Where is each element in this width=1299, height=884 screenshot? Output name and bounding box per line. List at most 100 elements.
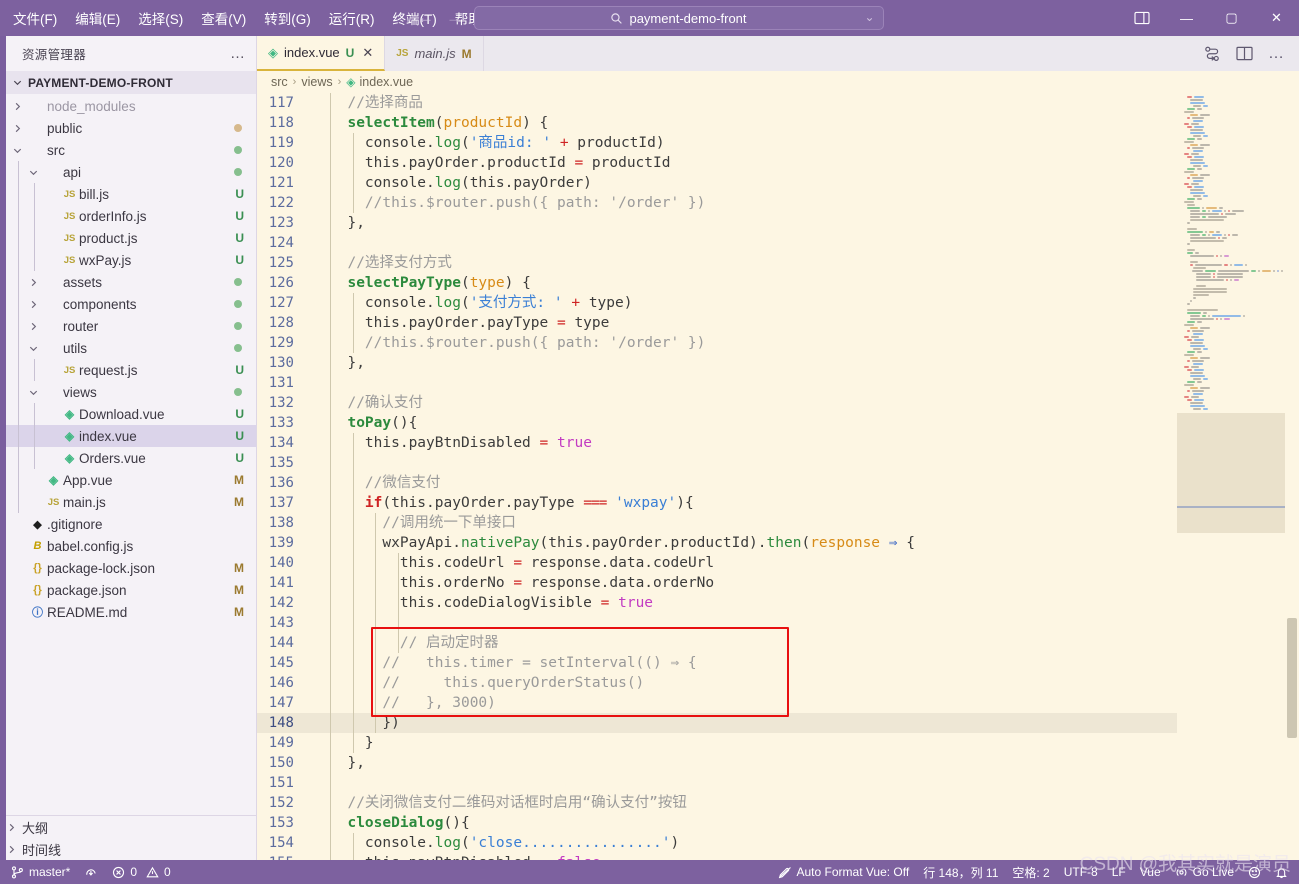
scrollbar-thumb[interactable] [1287, 618, 1297, 738]
tree-item-public[interactable]: public [6, 117, 256, 139]
tree-item-index.vue[interactable]: ◈index.vueU [6, 425, 256, 447]
menu-item-3[interactable]: 查看(V) [192, 5, 255, 31]
menu-item-5[interactable]: 运行(R) [320, 5, 384, 31]
chevron-right-icon[interactable] [12, 101, 28, 112]
menu-item-4[interactable]: 转到(G) [255, 5, 320, 31]
code-line-143[interactable]: 143 [257, 613, 1177, 633]
explorer-more-icon[interactable]: … [230, 45, 246, 62]
code-line-124[interactable]: 124 [257, 233, 1177, 253]
chevron-down-icon[interactable] [28, 167, 44, 178]
code-line-153[interactable]: 153 closeDialog(){ [257, 813, 1177, 833]
tree-item-components[interactable]: components [6, 293, 256, 315]
tree-item-Orders.vue[interactable]: ◈Orders.vueU [6, 447, 256, 469]
code-line-139[interactable]: 139 wxPayApi.nativePay(this.payOrder.pro… [257, 533, 1177, 553]
menu-item-2[interactable]: 选择(S) [129, 5, 192, 31]
tree-item-node_modules[interactable]: node_modules [6, 95, 256, 117]
code-line-154[interactable]: 154 console.log('close................') [257, 833, 1177, 853]
code-line-137[interactable]: 137 if(this.payOrder.payType === 'wxpay'… [257, 493, 1177, 513]
tree-item-package.json[interactable]: {}package.jsonM [6, 579, 256, 601]
code-line-120[interactable]: 120 this.payOrder.productId = productId [257, 153, 1177, 173]
code-editor[interactable]: 117 //选择商品118 selectItem(productId) {119… [257, 93, 1299, 860]
code-line-123[interactable]: 123 }, [257, 213, 1177, 233]
code-line-150[interactable]: 150 }, [257, 753, 1177, 773]
tree-item-App.vue[interactable]: ◈App.vueM [6, 469, 256, 491]
status-feedback[interactable] [1241, 860, 1268, 884]
code-line-127[interactable]: 127 console.log('支付方式: ' + type) [257, 293, 1177, 313]
status-branch[interactable]: master* [4, 860, 77, 884]
status-eol[interactable]: LF [1105, 860, 1133, 884]
minimap-slider[interactable] [1177, 413, 1285, 533]
breadcrumb-item-indexvue[interactable]: ◈index.vue [346, 75, 413, 89]
code-line-147[interactable]: 147 // }, 3000) [257, 693, 1177, 713]
chevron-down-icon[interactable] [12, 145, 28, 156]
tree-item-utils[interactable]: utils [6, 337, 256, 359]
minimize-button[interactable]: — [1164, 0, 1209, 36]
tree-item-product.js[interactable]: JSproduct.jsU [6, 227, 256, 249]
close-icon[interactable]: ✕ [362, 45, 373, 61]
tree-item-Download.vue[interactable]: ◈Download.vueU [6, 403, 256, 425]
tree-item-views[interactable]: views [6, 381, 256, 403]
code-line-142[interactable]: 142 this.codeDialogVisible = true [257, 593, 1177, 613]
code-line-128[interactable]: 128 this.payOrder.payType = type [257, 313, 1177, 333]
code-line-132[interactable]: 132 //确认支付 [257, 393, 1177, 413]
code-line-118[interactable]: 118 selectItem(productId) { [257, 113, 1177, 133]
tree-item-orderInfo.js[interactable]: JSorderInfo.jsU [6, 205, 256, 227]
chevron-down-icon[interactable] [28, 387, 44, 398]
tree-item-request.js[interactable]: JSrequest.jsU [6, 359, 256, 381]
more-actions-icon[interactable]: … [1268, 45, 1285, 63]
chevron-down-icon[interactable] [12, 77, 28, 88]
minimap[interactable] [1177, 93, 1285, 860]
code-line-148[interactable]: 148 }) [257, 713, 1177, 733]
code-line-135[interactable]: 135 [257, 453, 1177, 473]
code-viewport[interactable]: 117 //选择商品118 selectItem(productId) {119… [257, 93, 1177, 860]
maximize-button[interactable]: ▢ [1209, 0, 1254, 36]
status-language-mode[interactable]: Vue [1133, 860, 1168, 884]
tree-item-bill.js[interactable]: JSbill.jsU [6, 183, 256, 205]
quick-input-search[interactable]: payment-demo-front ⌄ [474, 6, 884, 30]
code-line-141[interactable]: 141 this.orderNo = response.data.orderNo [257, 573, 1177, 593]
chevron-right-icon[interactable] [6, 822, 22, 833]
tree-item-assets[interactable]: assets [6, 271, 256, 293]
tree-item-router[interactable]: router [6, 315, 256, 337]
status-cursor-position[interactable]: 行 148，列 11 [916, 860, 1005, 884]
status-encoding[interactable]: UTF-8 [1057, 860, 1105, 884]
menu-item-1[interactable]: 编辑(E) [66, 5, 129, 31]
sidebar-panel-大纲[interactable]: 大纲 [6, 816, 256, 838]
code-line-133[interactable]: 133 toPay(){ [257, 413, 1177, 433]
code-line-129[interactable]: 129 //this.$router.push({ path: '/order'… [257, 333, 1177, 353]
status-go-live[interactable]: Go Live [1168, 860, 1241, 884]
chevron-down-icon[interactable] [28, 343, 44, 354]
editor-tab-indexvue[interactable]: ◈index.vueU✕ [257, 36, 385, 71]
tree-item-README.md[interactable]: ⓘREADME.mdM [6, 601, 256, 623]
code-line-131[interactable]: 131 [257, 373, 1177, 393]
code-line-140[interactable]: 140 this.codeUrl = response.data.codeUrl [257, 553, 1177, 573]
status-indentation[interactable]: 空格: 2 [1005, 860, 1056, 884]
code-line-126[interactable]: 126 selectPayType(type) { [257, 273, 1177, 293]
tree-item-wxPay.js[interactable]: JSwxPay.jsU [6, 249, 256, 271]
status-notifications[interactable] [1268, 860, 1295, 884]
status-problems[interactable]: 0 0 [105, 860, 177, 884]
code-line-144[interactable]: 144 // 启动定时器 [257, 633, 1177, 653]
chevron-right-icon[interactable] [28, 299, 44, 310]
code-line-145[interactable]: 145 // this.timer = setInterval(() ⇒ { [257, 653, 1177, 673]
chevron-down-icon[interactable]: ⌄ [864, 10, 874, 24]
breadcrumb-item-views[interactable]: views [301, 75, 332, 89]
menu-item-0[interactable]: 文件(F) [4, 5, 66, 31]
code-line-130[interactable]: 130 }, [257, 353, 1177, 373]
file-tree[interactable]: node_modulespublicsrcapiJSbill.jsUJSorde… [6, 94, 256, 815]
code-line-117[interactable]: 117 //选择商品 [257, 93, 1177, 113]
code-line-121[interactable]: 121 console.log(this.payOrder) [257, 173, 1177, 193]
code-line-119[interactable]: 119 console.log('商品id: ' + productId) [257, 133, 1177, 153]
vertical-scrollbar[interactable] [1285, 93, 1299, 860]
close-button[interactable]: ✕ [1254, 0, 1299, 36]
tree-item-package-lock.json[interactable]: {}package-lock.jsonM [6, 557, 256, 579]
tree-item-src[interactable]: src [6, 139, 256, 161]
code-line-155[interactable]: 155 this.payBtnDisabled = false [257, 853, 1177, 860]
chevron-right-icon[interactable] [12, 123, 28, 134]
split-editor-icon[interactable] [1236, 46, 1253, 61]
tree-item-api[interactable]: api [6, 161, 256, 183]
chevron-right-icon[interactable] [28, 321, 44, 332]
code-line-149[interactable]: 149 } [257, 733, 1177, 753]
code-line-125[interactable]: 125 //选择支付方式 [257, 253, 1177, 273]
explorer-root-folder[interactable]: PAYMENT-DEMO-FRONT [6, 71, 256, 94]
